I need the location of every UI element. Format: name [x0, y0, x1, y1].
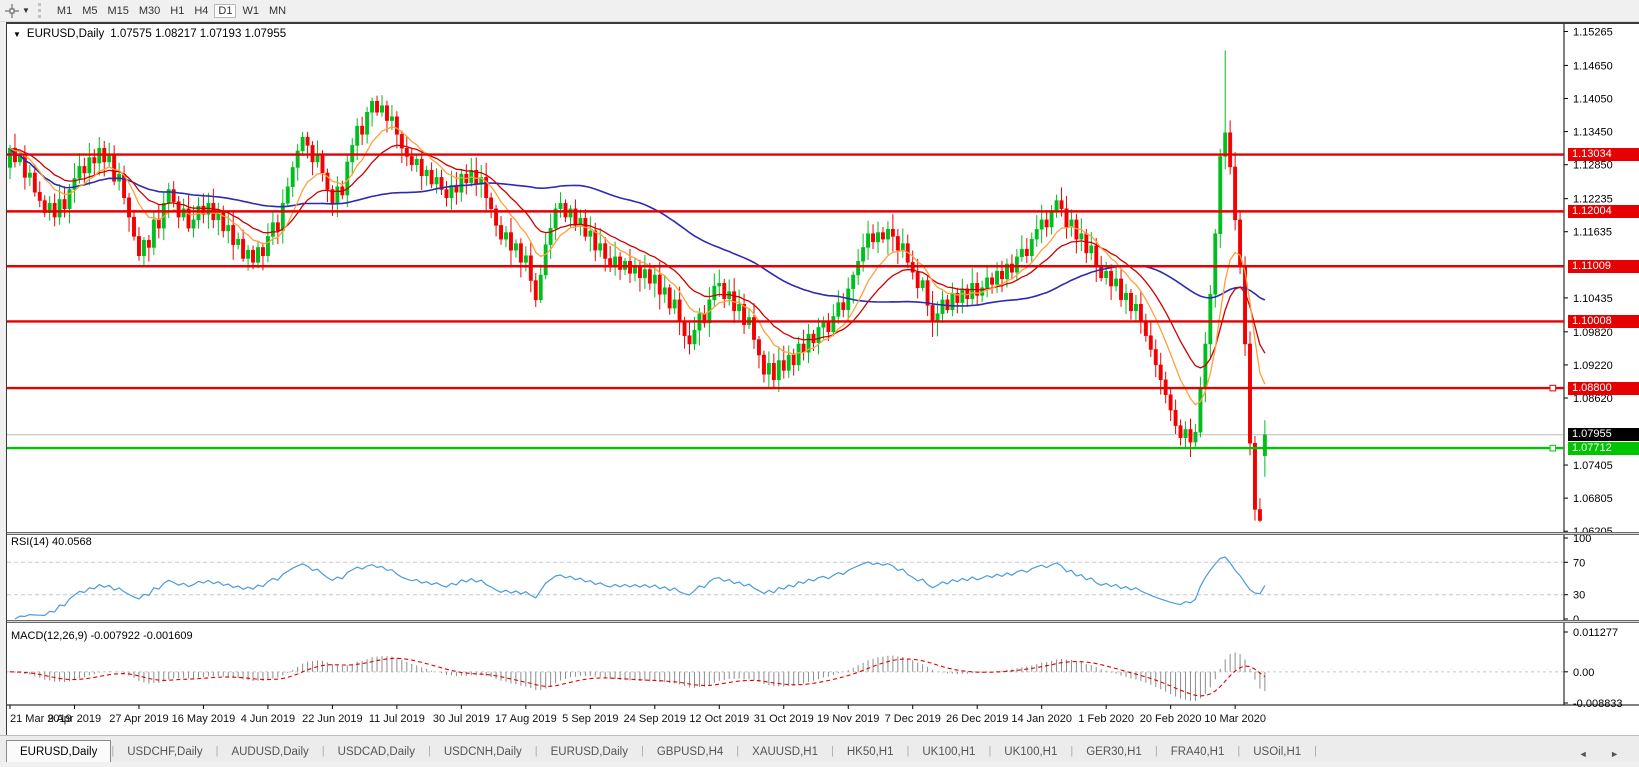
chart-tab-3[interactable]: USDCAD,Daily: [325, 742, 428, 763]
date-tick-label: 27 Apr 2019: [109, 713, 168, 725]
price-tick-label: 1.14650: [1573, 60, 1613, 72]
timeframe-toolbar: ▼ M1M5M15M30H1H4D1W1MN: [0, 0, 1639, 22]
line-handle[interactable]: [1550, 445, 1556, 451]
date-tick-label: 12 Oct 2019: [689, 713, 749, 725]
chart-tab-5[interactable]: EURUSD,Daily: [538, 742, 641, 763]
timeframe-button-m1[interactable]: M1: [53, 4, 76, 18]
price-tick-label: 1.15265: [1573, 27, 1613, 39]
line-handle[interactable]: [1550, 385, 1556, 391]
chart-tab-10[interactable]: UK100,H1: [991, 742, 1070, 763]
date-tick-label: 10 Mar 2020: [1204, 713, 1266, 725]
price-tick-label: 1.13450: [1573, 127, 1613, 139]
toolbar-grip: [38, 3, 46, 18]
date-tick-label: 24 Sep 2019: [624, 713, 686, 725]
date-tick-label: 1 Feb 2020: [1078, 713, 1134, 725]
date-tick-label: 14 Jan 2020: [1011, 713, 1072, 725]
macd-tick-label: 0.00: [1573, 667, 1594, 679]
price-tick-label: 1.11635: [1573, 227, 1612, 239]
timeframe-button-m30[interactable]: M30: [135, 4, 164, 18]
timeframe-buttons: M1M5M15M30H1H4D1W1MN: [52, 1, 291, 20]
chart-plot-area[interactable]: 1.15265 1.14650 1.14050 1.13450 1.12850 1.122…: [7, 24, 1639, 735]
timeframe-button-h1[interactable]: H1: [166, 4, 188, 18]
chart-tab-11[interactable]: GER30,H1: [1073, 742, 1155, 763]
resistance-price-badge: 1.11009: [1568, 260, 1639, 273]
price-tick-label: 1.06805: [1573, 493, 1613, 505]
macd-tick-label: -0.008833: [1573, 698, 1623, 710]
price-tick-label: 1.12235: [1573, 194, 1613, 206]
price-tick-label: 1.09220: [1573, 360, 1613, 372]
chart-tab-7[interactable]: XAUUSD,H1: [739, 742, 831, 763]
price-tick-label: 1.09820: [1573, 327, 1613, 339]
date-tick-label: 5 Sep 2019: [562, 713, 618, 725]
price-tick-label: 1.07405: [1573, 460, 1613, 472]
chart-tab-6[interactable]: GBPUSD,H4: [644, 742, 736, 763]
date-tick-label: 31 Oct 2019: [754, 713, 814, 725]
timeframe-button-mn[interactable]: MN: [265, 4, 290, 18]
timeframe-button-m15[interactable]: M15: [103, 4, 132, 18]
chart-tab-13[interactable]: USOil,H1: [1240, 742, 1314, 763]
timeframe-button-h4[interactable]: H4: [190, 4, 212, 18]
date-tick-label: 9 Apr 2019: [48, 713, 101, 725]
chart-tab-9[interactable]: UK100,H1: [909, 742, 988, 763]
timeframe-button-m5[interactable]: M5: [78, 4, 101, 18]
date-tick-label: 17 Aug 2019: [495, 713, 557, 725]
status-bar: [0, 762, 1639, 767]
timeframe-button-d1[interactable]: D1: [214, 4, 236, 18]
chart-tab-bar: EURUSD,Daily|USDCHF,Daily|AUDUSD,Daily|U…: [0, 735, 1639, 763]
tab-scroll-arrows: ◄ ►: [1579, 749, 1639, 759]
resistance-price-badge: 1.10008: [1568, 315, 1639, 328]
resistance-price-badge: 1.12004: [1568, 205, 1639, 218]
chart-tab-2[interactable]: AUDUSD,Daily: [218, 742, 321, 763]
date-tick-label: 26 Dec 2019: [946, 713, 1008, 725]
chart-ohlc-values: 1.07575 1.08217 1.07193 1.07955: [110, 28, 286, 40]
crosshair-icon[interactable]: [3, 3, 21, 19]
chart-tab-4[interactable]: USDCNH,Daily: [431, 742, 535, 763]
chart-symbol: EURUSD,Daily: [27, 28, 104, 40]
date-tick-label: 7 Dec 2019: [885, 713, 941, 725]
resistance-price-badge: 1.13034: [1568, 148, 1639, 161]
chart-title: ▼ EURUSD,Daily 1.07575 1.08217 1.07193 1…: [13, 28, 286, 40]
support-price-badge: 1.07712: [1568, 442, 1639, 455]
resistance-price-badge: 1.08800: [1568, 382, 1639, 395]
chevron-down-icon[interactable]: ▼: [22, 6, 30, 15]
price-tick-label: 1.12850: [1573, 160, 1613, 172]
macd-tick-label: 0.011277: [1573, 627, 1618, 639]
chart-tab-1[interactable]: USDCHF,Daily: [114, 742, 215, 763]
date-tick-label: 11 Jul 2019: [369, 713, 425, 725]
collapse-triangle-icon[interactable]: ▼: [13, 30, 21, 39]
rsi-tick-label: 30: [1573, 590, 1585, 602]
tab-divider: |: [1314, 742, 1317, 763]
price-tick-label: 1.14050: [1573, 94, 1613, 106]
price-tick-label: 1.10435: [1573, 293, 1613, 305]
chart-tab-12[interactable]: FRA40,H1: [1158, 742, 1238, 763]
date-tick-label: 16 May 2019: [172, 713, 236, 725]
date-tick-label: 19 Nov 2019: [817, 713, 879, 725]
rsi-tick-label: 70: [1573, 557, 1585, 569]
macd-label: MACD(12,26,9) -0.007922 -0.001609: [11, 630, 193, 642]
date-tick-label: 22 Jun 2019: [302, 713, 363, 725]
chart-window: 1.15265 1.14650 1.14050 1.13450 1.12850 1.122…: [6, 22, 1639, 736]
date-tick-label: 30 Jul 2019: [433, 713, 490, 725]
current-price-badge: 1.07955: [1568, 428, 1639, 441]
pane-divider-macd[interactable]: [7, 620, 1639, 623]
price-tick-label: 1.08620: [1573, 393, 1613, 405]
date-tick-label: 20 Feb 2020: [1140, 713, 1202, 725]
mt4-terminal: ▼ M1M5M15M30H1H4D1W1MN 1.152651.146501.1…: [0, 0, 1639, 767]
chart-tab-0[interactable]: EURUSD,Daily: [6, 740, 111, 763]
pane-divider-rsi[interactable]: [7, 532, 1639, 535]
rsi-label: RSI(14) 40.0568: [11, 536, 92, 548]
timeframe-button-w1[interactable]: W1: [238, 4, 263, 18]
chart-tab-8[interactable]: HK50,H1: [834, 742, 907, 763]
date-tick-label: 4 Jun 2019: [241, 713, 295, 725]
